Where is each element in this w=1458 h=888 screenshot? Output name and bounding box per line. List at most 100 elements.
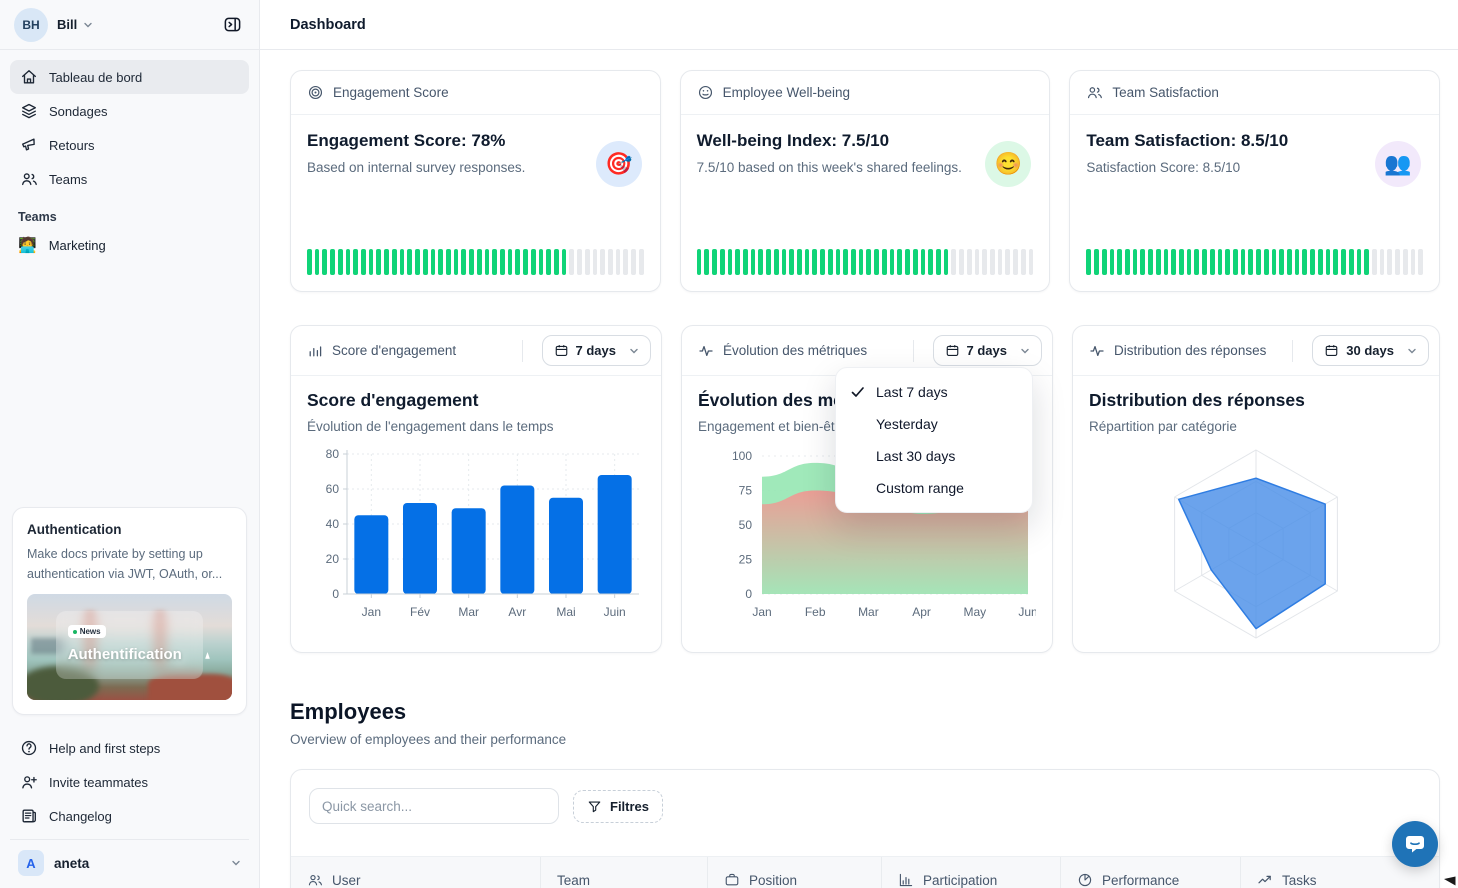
stat-subtitle: Based on internal survey responses. xyxy=(307,160,644,175)
promo-card-authentication[interactable]: Authentication Make docs private by sett… xyxy=(12,507,247,715)
column-header-user[interactable]: User xyxy=(291,857,541,888)
user-name[interactable]: Bill xyxy=(57,17,77,32)
column-header-performance[interactable]: Performance xyxy=(1061,857,1241,888)
employees-toolbar: Filtres xyxy=(291,770,1439,842)
divider xyxy=(1292,340,1293,362)
calendar-icon xyxy=(945,343,960,358)
chart-card-body: Distribution des réponses Répartition pa… xyxy=(1073,376,1439,644)
employees-table-card: Filtres User Team Position Participation xyxy=(290,769,1440,888)
workspace-avatar: A xyxy=(18,850,44,876)
team-label: Marketing xyxy=(49,238,106,253)
svg-text:Avr: Avr xyxy=(508,605,526,619)
users-icon xyxy=(20,170,38,188)
top-bar: Dashboard xyxy=(260,0,1458,50)
sidebar-nav: Tableau de bord Sondages Retours Teams xyxy=(0,50,259,196)
chart-subtitle: Évolution de l'engagement dans le temps xyxy=(307,419,645,434)
sidebar-item-sondages[interactable]: Sondages xyxy=(10,94,249,128)
promo-title: Authentication xyxy=(27,522,232,537)
menu-item-last-30-days[interactable]: Last 30 days xyxy=(836,440,1032,472)
svg-text:0: 0 xyxy=(745,587,752,601)
chart-card-header-label: Distribution des réponses xyxy=(1114,343,1266,358)
stat-card-header: Team Satisfaction xyxy=(1070,71,1439,115)
smile-emoji-icon: 😊 xyxy=(985,141,1031,187)
page-title: Dashboard xyxy=(290,17,366,33)
sidebar-item-help[interactable]: Help and first steps xyxy=(10,731,249,765)
check-icon xyxy=(850,384,866,400)
chart-card-header: Score d'engagement 7 days xyxy=(291,326,661,376)
briefcase-icon xyxy=(724,872,740,888)
sidebar-item-label: Sondages xyxy=(49,104,108,119)
sidebar-item-retours[interactable]: Retours xyxy=(10,128,249,162)
stat-card-satisfaction: Team Satisfaction Team Satisfaction: 8.5… xyxy=(1069,70,1440,292)
menu-item-yesterday[interactable]: Yesterday xyxy=(836,408,1032,440)
stat-title: Engagement Score: 78% xyxy=(307,131,644,151)
stat-card-engagement: Engagement Score Engagement Score: 78% B… xyxy=(290,70,661,292)
stat-card-header: Engagement Score xyxy=(291,71,660,115)
chat-widget-button[interactable] xyxy=(1392,821,1438,867)
chart-title: Score d'engagement xyxy=(307,390,645,411)
news-badge: News xyxy=(68,625,106,638)
chart-card-metrics-evolution: Évolution des métriques 7 days Évolution… xyxy=(681,325,1053,653)
chart-card-engagement-score: Score d'engagement 7 days Score d'engage… xyxy=(290,325,662,653)
column-header-participation[interactable]: Participation xyxy=(882,857,1061,888)
chevron-down-icon xyxy=(1407,346,1417,356)
stat-subtitle: 7.5/10 based on this week's shared feeli… xyxy=(697,160,1034,175)
promo-image-title: Authentification xyxy=(68,646,192,663)
team-emoji: 🧑‍💻 xyxy=(18,236,37,254)
trend-up-icon xyxy=(1257,872,1273,888)
help-circle-icon xyxy=(20,739,38,757)
menu-item-last-7-days[interactable]: Last 7 days xyxy=(836,376,1032,408)
range-select-button[interactable]: 30 days xyxy=(1312,335,1429,366)
sidebar-item-marketing[interactable]: 🧑‍💻 Marketing xyxy=(0,228,259,262)
sidebar-item-label: Invite teammates xyxy=(49,775,148,790)
promo-description: Make docs private by setting up authenti… xyxy=(27,545,232,584)
stat-card-body: Engagement Score: 78% Based on internal … xyxy=(291,115,660,291)
employees-table-header: User Team Position Participation Perform… xyxy=(291,856,1439,888)
sidebar-item-teams[interactable]: Teams xyxy=(10,162,249,196)
search-input[interactable] xyxy=(309,788,559,824)
stat-card-header-label: Employee Well-being xyxy=(723,85,850,100)
news-dot-icon xyxy=(73,630,77,634)
chart-card-header: Distribution des réponses 30 days xyxy=(1073,326,1439,376)
mouse-cursor xyxy=(1440,870,1456,886)
workspace-switcher[interactable]: A aneta xyxy=(10,839,249,888)
svg-text:100: 100 xyxy=(732,449,752,463)
sidebar-item-tableau-de-bord[interactable]: Tableau de bord xyxy=(10,60,249,94)
activity-icon xyxy=(698,343,714,359)
avatar[interactable]: BH xyxy=(14,8,48,42)
promo-image-overlay: News Authentification xyxy=(56,611,204,679)
sidebar-collapse-button[interactable] xyxy=(217,10,247,40)
column-header-team[interactable]: Team xyxy=(541,857,708,888)
bar-chart-icon xyxy=(307,343,323,359)
svg-text:0: 0 xyxy=(332,587,339,601)
user-plus-icon xyxy=(20,773,38,791)
sidebar-item-invite[interactable]: Invite teammates xyxy=(10,765,249,799)
sidebar-item-changelog[interactable]: Changelog xyxy=(10,799,249,833)
filter-funnel-icon xyxy=(587,799,602,814)
chevron-down-icon xyxy=(231,858,241,868)
stat-card-wellbeing: Employee Well-being Well-being Index: 7.… xyxy=(680,70,1051,292)
menu-item-custom-range[interactable]: Custom range xyxy=(836,472,1032,504)
range-select-button[interactable]: 7 days xyxy=(933,335,1042,366)
stat-card-body: Well-being Index: 7.5/10 7.5/10 based on… xyxy=(681,115,1050,291)
stat-card-header-label: Engagement Score xyxy=(333,85,449,100)
divider xyxy=(522,340,523,362)
chart-cards-row: Score d'engagement 7 days Score d'engage… xyxy=(260,292,1458,653)
chat-bubble-icon xyxy=(1403,832,1427,856)
smile-icon xyxy=(697,84,714,101)
stat-title: Well-being Index: 7.5/10 xyxy=(697,131,1034,151)
svg-text:Mar: Mar xyxy=(458,605,479,619)
svg-text:Juin: Juin xyxy=(604,605,626,619)
column-header-position[interactable]: Position xyxy=(708,857,882,888)
users-icon xyxy=(1086,84,1103,101)
employees-subtitle: Overview of employees and their performa… xyxy=(290,732,1440,747)
home-icon xyxy=(20,68,38,86)
filters-button[interactable]: Filtres xyxy=(573,790,663,823)
stat-card-body: Team Satisfaction: 8.5/10 Satisfaction S… xyxy=(1070,115,1439,291)
employees-section: Employees Overview of employees and thei… xyxy=(260,653,1458,888)
svg-text:50: 50 xyxy=(739,518,753,532)
svg-text:Jan: Jan xyxy=(362,605,381,619)
range-select-button[interactable]: 7 days xyxy=(542,335,651,366)
stat-card-header-label: Team Satisfaction xyxy=(1112,85,1219,100)
promo-image[interactable]: News Authentification xyxy=(27,594,232,700)
